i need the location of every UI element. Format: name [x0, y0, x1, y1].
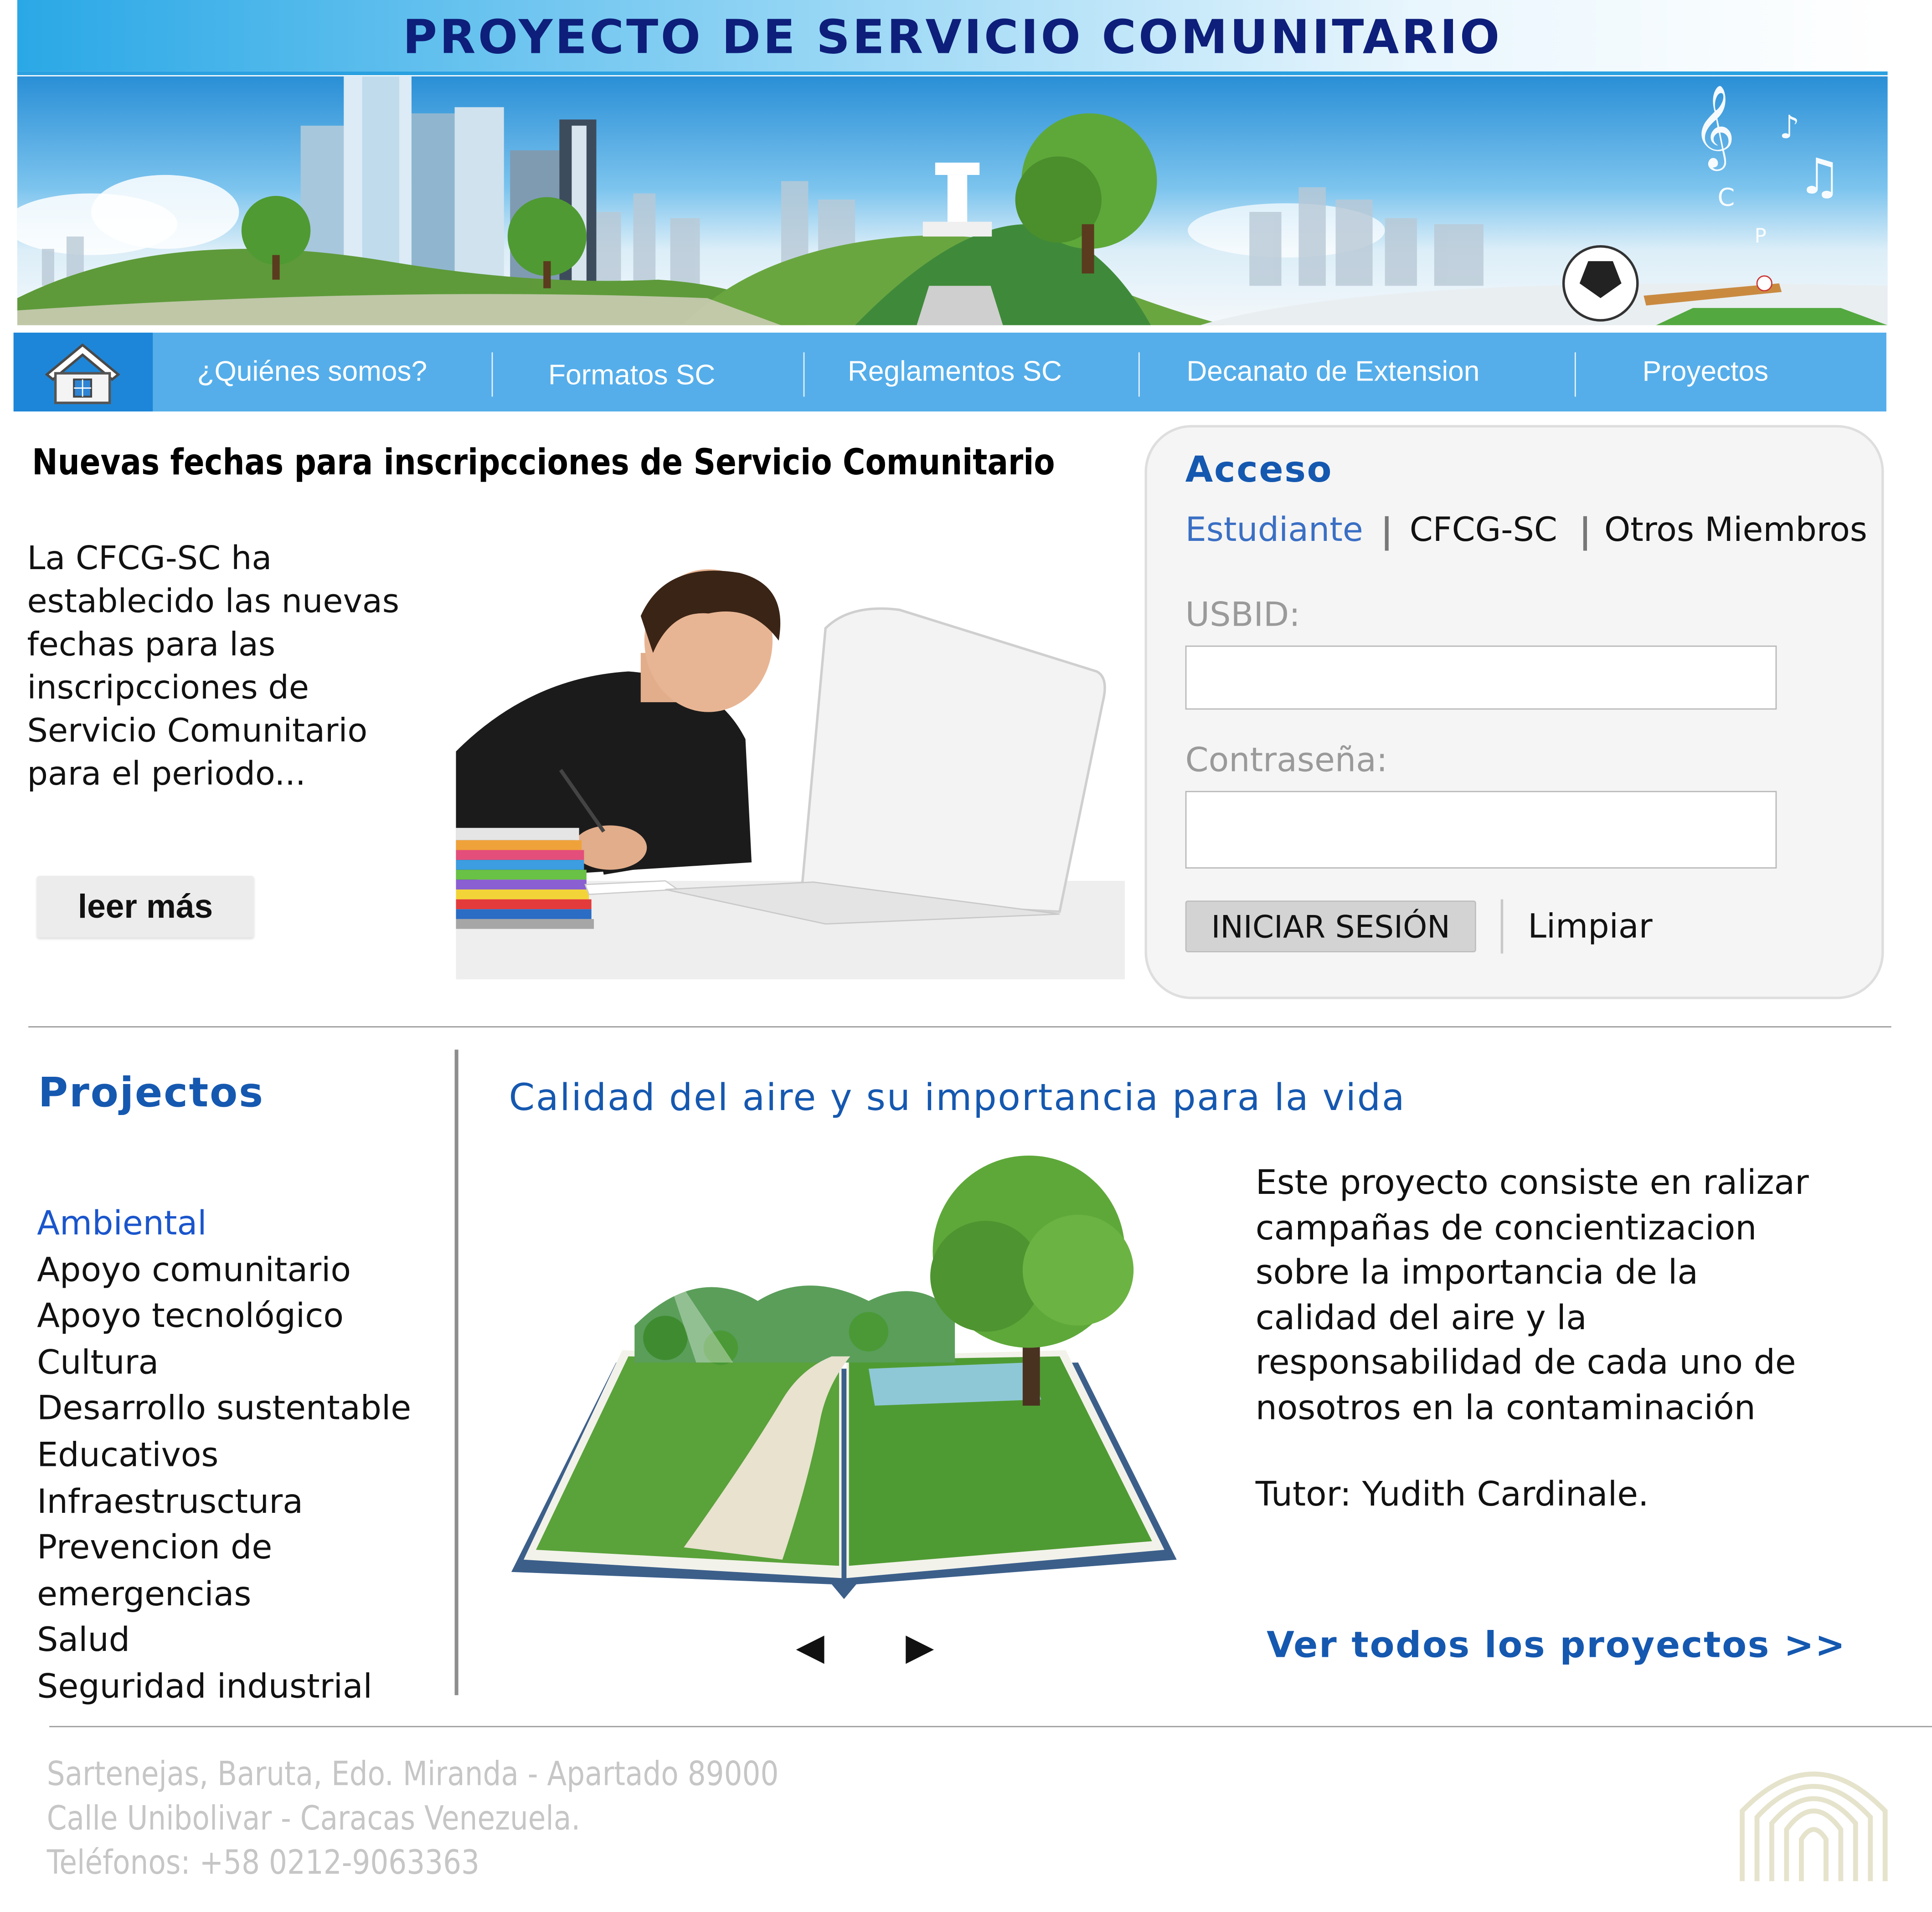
project-tutor: Tutor: Yudith Cardinale. — [1255, 1475, 1649, 1514]
clear-button[interactable]: Limpiar — [1528, 908, 1652, 946]
featured-project-description: Este proyecto consiste en ralizar campañ… — [1256, 1161, 1896, 1431]
news-line: Servicio Comunitario — [27, 712, 368, 750]
house-icon — [45, 343, 120, 404]
nav-separator — [1138, 352, 1140, 397]
city-landscape-illustration: 𝄞 ♪ ♫ C P — [17, 76, 1888, 325]
tab-cfcg-sc[interactable]: CFCG-SC — [1410, 511, 1557, 550]
news-title: Nuevas fechas para inscripcciones de Ser… — [32, 441, 1055, 483]
section-divider — [28, 1026, 1891, 1028]
category-seguridad-industrial[interactable]: Seguridad industrial — [37, 1664, 456, 1711]
read-more-button[interactable]: leer más — [37, 876, 254, 938]
tab-separator — [1385, 516, 1389, 551]
description-line: nosotros en la contaminación — [1255, 1388, 1756, 1428]
category-emergencias[interactable]: emergencias — [37, 1572, 456, 1618]
nav-proyectos[interactable]: Proyectos — [1643, 355, 1768, 388]
category-apoyo-tecnologico[interactable]: Apoyo tecnológico — [37, 1294, 456, 1340]
category-desarrollo-sustentable[interactable]: Desarrollo sustentable — [37, 1387, 456, 1433]
svg-text:C: C — [1718, 183, 1735, 211]
category-salud[interactable]: Salud — [37, 1618, 456, 1665]
description-line: sobre la importancia de la — [1255, 1253, 1698, 1293]
home-button[interactable] — [13, 332, 153, 412]
tab-estudiante[interactable]: Estudiante — [1185, 511, 1363, 550]
news-line: para el periodo... — [27, 755, 306, 794]
nav-reglamentos-sc[interactable]: Reglamentos SC — [848, 355, 1062, 388]
nav-quienes-somos[interactable]: ¿Quiénes somos? — [197, 355, 428, 388]
news-line: inscripcciones de — [27, 669, 309, 707]
prev-arrow-icon[interactable]: ◀ — [796, 1626, 824, 1670]
vertical-divider — [454, 1049, 459, 1696]
password-label: Contraseña: — [1185, 741, 1388, 780]
login-panel: Acceso Estudiante CFCG-SC Otros Miembros… — [1144, 425, 1884, 999]
category-apoyo-comunitario[interactable]: Apoyo comunitario — [37, 1248, 456, 1294]
footer-address: Sartenejas, Baruta, Edo. Miranda - Apart… — [47, 1753, 779, 1886]
category-list: Ambiental Apoyo comunitario Apoyo tecnol… — [37, 1201, 456, 1711]
login-button[interactable]: INICIAR SESIÓN — [1185, 900, 1476, 952]
svg-text:P: P — [1755, 225, 1767, 248]
footer-line: Teléfonos: +58 0212-9063363 — [46, 1844, 479, 1883]
footer-divider — [49, 1726, 1932, 1727]
category-cultura[interactable]: Cultura — [37, 1340, 456, 1387]
description-line: campañas de concientizacion — [1255, 1208, 1757, 1248]
news-summary: La CFCG-SC ha establecido las nuevas fec… — [27, 537, 458, 796]
next-arrow-icon[interactable]: ▶ — [906, 1626, 934, 1670]
header-banner: 𝄞 ♪ ♫ C P — [17, 76, 1888, 325]
news-line: La CFCG-SC ha — [27, 540, 272, 578]
button-divider — [1500, 899, 1504, 954]
projects-heading: Projectos — [38, 1068, 264, 1116]
main-nav: ¿Quiénes somos? Formatos SC Reglamentos … — [13, 332, 1886, 412]
description-line: Este proyecto consiste en ralizar — [1255, 1163, 1809, 1203]
svg-text:♫: ♫ — [1798, 148, 1842, 205]
footer-line: Calle Unibolivar - Caracas Venezuela. — [46, 1799, 581, 1838]
tab-otros-miembros[interactable]: Otros Miembros — [1604, 511, 1867, 550]
category-educativos[interactable]: Educativos — [37, 1433, 456, 1479]
see-all-projects-link[interactable]: Ver todos los proyectos >> — [1267, 1624, 1846, 1665]
featured-project-title[interactable]: Calidad del aire y su importancia para l… — [509, 1077, 1406, 1120]
student-laptop-photo — [456, 566, 1125, 980]
news-line: establecido las nuevas — [27, 582, 400, 621]
usbid-label: USBID: — [1185, 596, 1300, 635]
nav-separator — [1574, 352, 1576, 397]
nav-formatos-sc[interactable]: Formatos SC — [548, 359, 715, 392]
usbid-input[interactable] — [1185, 645, 1777, 710]
category-infraestructura[interactable]: Infraestrusctura — [37, 1479, 456, 1526]
category-ambiental[interactable]: Ambiental — [37, 1201, 456, 1248]
nav-separator — [803, 352, 805, 397]
tab-separator — [1583, 516, 1587, 551]
login-title: Acceso — [1185, 448, 1333, 491]
description-line: calidad del aire y la — [1255, 1298, 1587, 1338]
footer-line: Sartenejas, Baruta, Edo. Miranda - Apart… — [46, 1755, 779, 1794]
svg-text:𝄞: 𝄞 — [1693, 84, 1735, 171]
category-prevencion[interactable]: Prevencion de — [37, 1525, 456, 1572]
password-input[interactable] — [1185, 791, 1777, 869]
open-book-nature-image — [499, 1153, 1189, 1624]
site-title: PROYECTO DE SERVICIO COMUNITARIO — [402, 10, 1502, 64]
nav-decanato-extension[interactable]: Decanato de Extension — [1186, 355, 1479, 388]
university-logo-icon — [1727, 1743, 1900, 1885]
title-bar: PROYECTO DE SERVICIO COMUNITARIO — [17, 0, 1888, 75]
svg-text:♪: ♪ — [1779, 108, 1800, 146]
description-line: responsabilidad de cada uno de — [1255, 1343, 1796, 1383]
news-line: fechas para las — [27, 626, 276, 664]
nav-separator — [491, 352, 493, 397]
